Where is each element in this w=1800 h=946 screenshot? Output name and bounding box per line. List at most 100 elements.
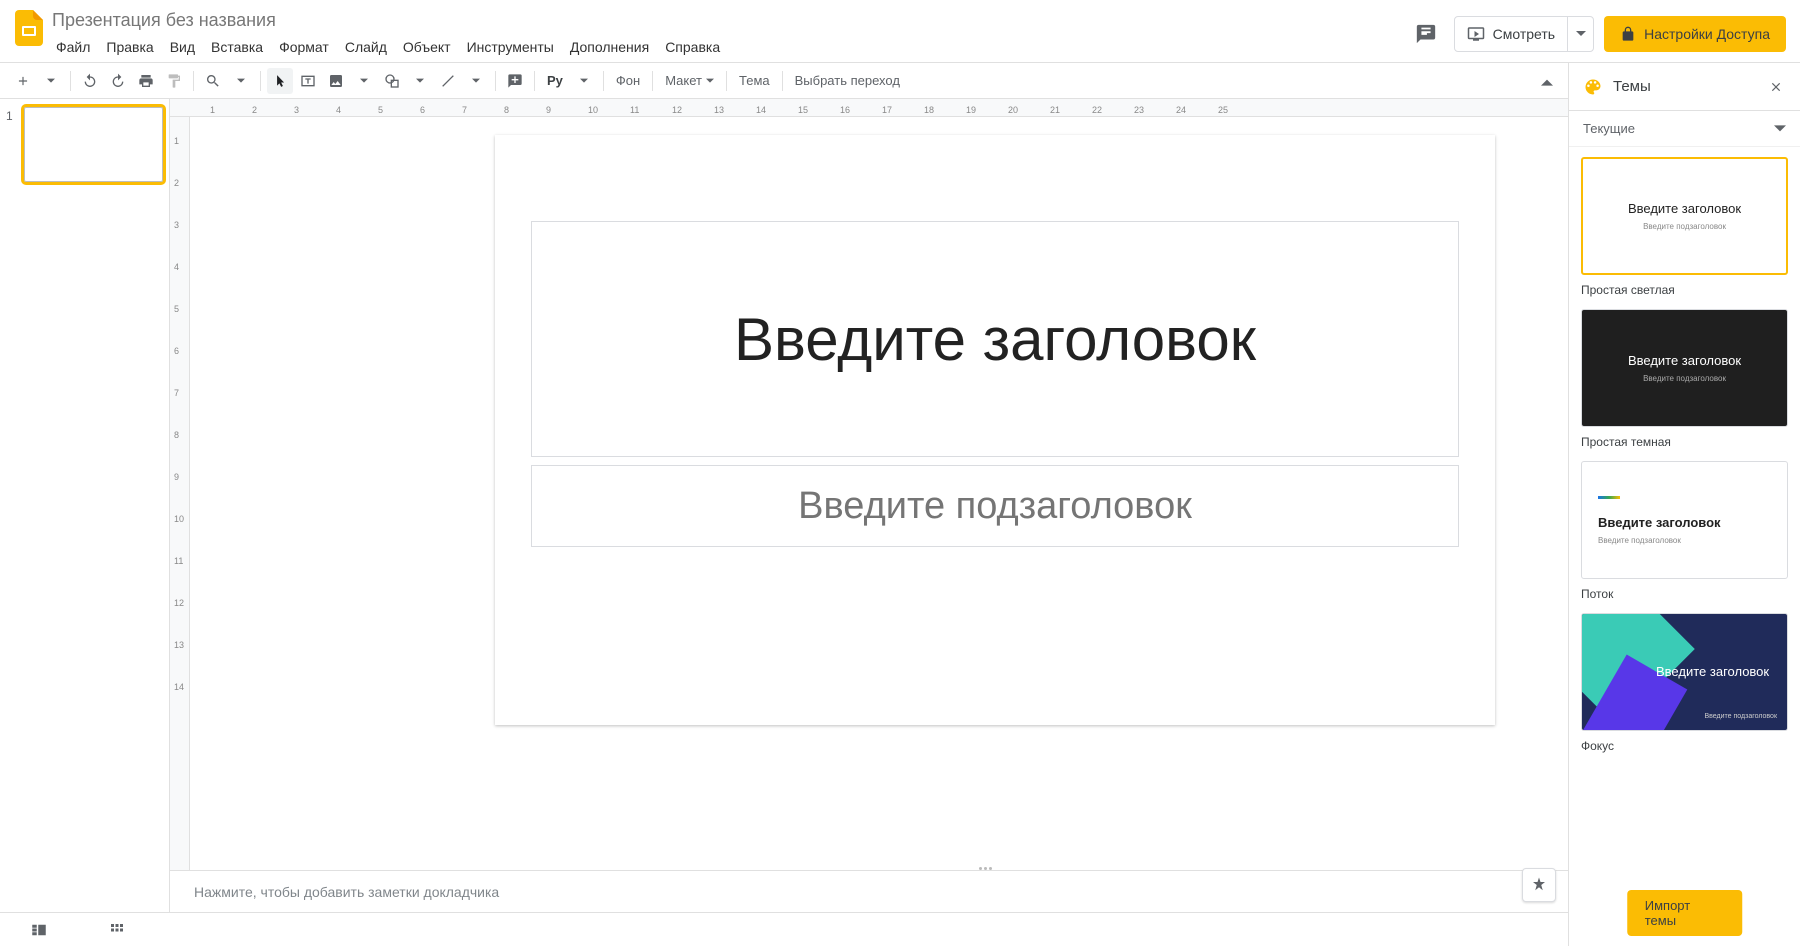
header: Презентация без названия Файл Правка Вид… (0, 0, 1800, 63)
chevron-up-icon (1541, 76, 1553, 88)
filmstrip-icon (30, 921, 48, 939)
line-dropdown[interactable] (463, 68, 489, 94)
line-icon (440, 73, 456, 89)
themes-list[interactable]: Введите заголовок Введите подзаголовок П… (1569, 147, 1800, 946)
shape-tool[interactable] (379, 68, 405, 94)
image-tool[interactable] (323, 68, 349, 94)
themes-section-label: Текущие (1583, 121, 1635, 136)
share-label: Настройки Доступа (1644, 26, 1770, 42)
themes-panel: Темы Текущие Введите заголовок Введите п… (1568, 63, 1800, 946)
line-tool[interactable] (435, 68, 461, 94)
new-slide-dropdown[interactable] (38, 68, 64, 94)
layout-button[interactable]: Макет (659, 68, 720, 94)
doc-title[interactable]: Презентация без названия (48, 9, 1408, 31)
slide-thumbnail-1[interactable]: 1 (6, 107, 163, 182)
menu-slide[interactable]: Слайд (337, 35, 395, 59)
background-button[interactable]: Фон (610, 68, 646, 94)
separator (652, 71, 653, 91)
explore-button[interactable] (1522, 868, 1556, 902)
cursor-icon (273, 74, 287, 88)
zoom-button[interactable] (200, 68, 226, 94)
image-dropdown[interactable] (351, 68, 377, 94)
present-dropdown[interactable] (1567, 17, 1593, 51)
import-theme-button[interactable]: Импорт темы (1627, 890, 1743, 936)
present-icon (1467, 25, 1485, 43)
redo-button[interactable] (105, 68, 131, 94)
theme-card-simple-dark[interactable]: Введите заголовок Введите подзаголовок (1581, 309, 1788, 427)
paint-format-button[interactable] (161, 68, 187, 94)
theme-preview-sub: Введите подзаголовок (1704, 713, 1777, 720)
slide[interactable]: Введите заголовок Введите подзаголовок (495, 135, 1495, 725)
separator (193, 71, 194, 91)
zoom-dropdown[interactable] (228, 68, 254, 94)
thumb-number: 1 (6, 107, 18, 182)
print-button[interactable] (133, 68, 159, 94)
theme-preview-title: Введите заголовок (1656, 664, 1769, 680)
shape-dropdown[interactable] (407, 68, 433, 94)
collapse-toolbar-button[interactable] (1534, 69, 1560, 95)
themes-header: Темы (1569, 63, 1800, 111)
comment-tool[interactable] (502, 68, 528, 94)
chevron-down-icon (472, 77, 480, 85)
theme-card-stream[interactable]: Введите заголовок Введите подзаголовок (1581, 461, 1788, 579)
grid-view-button[interactable] (108, 921, 126, 939)
slide-title-placeholder: Введите заголовок (734, 305, 1256, 374)
themes-close-button[interactable] (1766, 77, 1786, 97)
theme-card-focus[interactable]: Введите заголовок Введите подзаголовок (1581, 613, 1788, 731)
plus-icon (16, 74, 30, 88)
menu-tools[interactable]: Инструменты (459, 35, 562, 59)
app-logo[interactable] (10, 6, 48, 62)
slide-subtitle-box[interactable]: Введите подзаголовок (531, 465, 1459, 547)
ruler-horizontal: 1234567891011121314151617181920212223242… (170, 99, 1800, 117)
themes-title: Темы (1613, 78, 1756, 95)
menu-help[interactable]: Справка (657, 35, 728, 59)
filmstrip-view-button[interactable] (30, 921, 48, 939)
themes-section-header[interactable]: Текущие (1569, 111, 1800, 147)
theme-preview-title: Введите заголовок (1598, 515, 1721, 530)
bottom-bar (0, 912, 1568, 946)
menu-object[interactable]: Объект (395, 35, 459, 59)
canvas-area: 1234567891011121314151617181920212223242… (170, 99, 1800, 912)
select-tool[interactable] (267, 68, 293, 94)
chevron-down-icon (1774, 123, 1786, 135)
chevron-down-icon (237, 77, 245, 85)
script-dropdown[interactable] (571, 68, 597, 94)
undo-icon (82, 73, 98, 89)
notes-placeholder: Нажмите, чтобы добавить заметки докладчи… (194, 884, 499, 900)
present-button[interactable]: Смотреть (1454, 16, 1594, 52)
menu-file[interactable]: Файл (48, 35, 98, 59)
theme-card-simple-light[interactable]: Введите заголовок Введите подзаголовок (1581, 157, 1788, 275)
image-icon (328, 73, 344, 89)
lock-icon (1620, 26, 1636, 42)
chevron-down-icon (580, 77, 588, 85)
separator (782, 71, 783, 91)
separator (534, 71, 535, 91)
share-button[interactable]: Настройки Доступа (1604, 16, 1786, 52)
notes-resize-handle[interactable] (965, 867, 1005, 873)
textbox-tool[interactable] (295, 68, 321, 94)
undo-button[interactable] (77, 68, 103, 94)
separator (260, 71, 261, 91)
comments-button[interactable] (1408, 16, 1444, 52)
transition-button[interactable]: Выбрать переход (789, 68, 906, 94)
menu-format[interactable]: Формат (271, 35, 337, 59)
chevron-down-icon (1576, 29, 1586, 39)
thumb-preview[interactable] (24, 107, 163, 182)
theme-preview-sub: Введите подзаголовок (1598, 536, 1681, 545)
present-button-main[interactable]: Смотреть (1455, 17, 1567, 51)
separator (726, 71, 727, 91)
menu-view[interactable]: Вид (162, 35, 203, 59)
slide-title-box[interactable]: Введите заголовок (531, 221, 1459, 457)
canvas-scroll[interactable]: Введите заголовок Введите подзаголовок (190, 117, 1800, 870)
theme-button[interactable]: Тема (733, 68, 776, 94)
new-slide-button[interactable] (10, 68, 36, 94)
close-icon (1769, 80, 1783, 94)
zoom-icon (205, 73, 221, 89)
menu-insert[interactable]: Вставка (203, 35, 271, 59)
menu-addons[interactable]: Дополнения (562, 35, 657, 59)
script-tool[interactable]: Py (541, 68, 569, 94)
theme-preview-title: Введите заголовок (1628, 201, 1741, 216)
theme-preview-sub: Введите подзаголовок (1643, 374, 1726, 383)
slide-subtitle-placeholder: Введите подзаголовок (798, 485, 1192, 528)
menu-edit[interactable]: Правка (98, 35, 161, 59)
